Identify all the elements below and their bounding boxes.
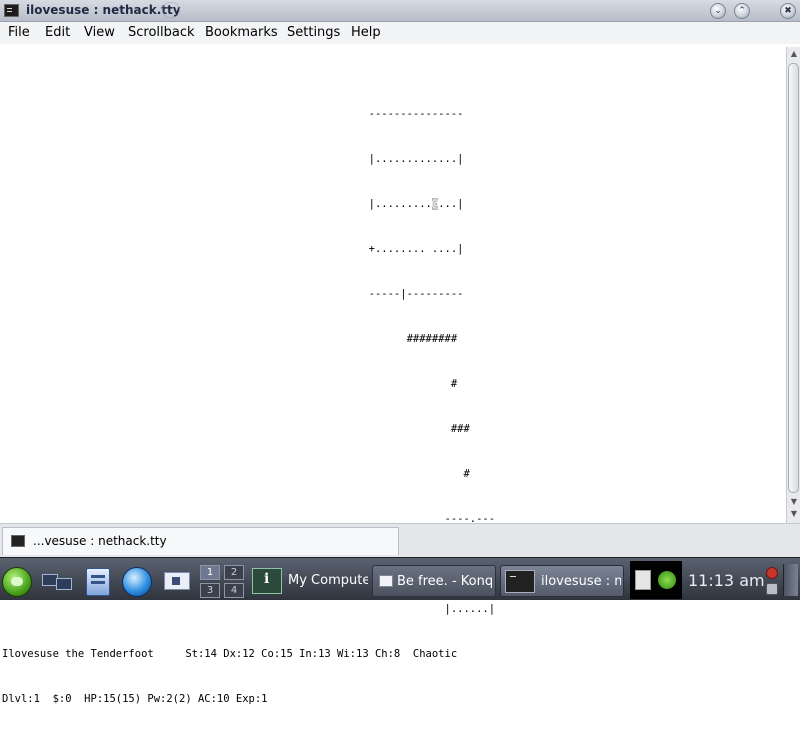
terminal-text: |......... — [2, 198, 432, 210]
terminal-icon — [505, 570, 535, 593]
menu-settings[interactable]: Settings — [287, 25, 340, 40]
terminal-line: |......| — [2, 603, 496, 615]
lock-screen-icon[interactable] — [766, 583, 778, 595]
taskbar-mycomputer[interactable]: My Computer — [252, 565, 370, 597]
minimize-button[interactable]: ⌄ — [710, 3, 726, 19]
window-title: ilovesuse : nethack.tty — [26, 3, 181, 17]
terminal-line: # — [2, 378, 458, 390]
terminal-line: # — [2, 468, 470, 480]
desktop-pager: 1 2 3 4 — [200, 565, 246, 599]
folder-icon — [379, 575, 393, 587]
menu-file[interactable]: File — [8, 25, 30, 40]
show-desktop-icon[interactable] — [42, 570, 74, 592]
clipboard-icon[interactable] — [635, 570, 651, 590]
close-button[interactable]: ✖ — [780, 3, 796, 19]
window-titlebar[interactable]: ilovesuse : nethack.tty ⌄ ⌃ ✖ — [0, 0, 800, 22]
tab-session[interactable]: ...vesuse : nethack.tty — [2, 527, 399, 555]
terminal-icon — [11, 535, 25, 547]
taskbar-konqueror[interactable]: Be free. - Konqueror — [372, 565, 496, 597]
pager-desktop-4[interactable]: 4 — [224, 583, 244, 598]
terminal-line: +........ ....| — [2, 243, 464, 255]
info-icon — [252, 568, 282, 594]
web-browser-icon[interactable] — [122, 567, 152, 597]
terminal-view[interactable]: --------------- |.............| |.......… — [0, 47, 786, 705]
terminal-line-cursor: |.........@...| — [2, 197, 495, 212]
session-tab-bar: ...vesuse : nethack.tty — [0, 523, 800, 557]
terminal-line: |.............| — [2, 153, 464, 165]
pager-desktop-2[interactable]: 2 — [224, 565, 244, 580]
terminal-screen: --------------- |.............| |.......… — [2, 77, 495, 737]
scroll-thumb[interactable] — [788, 63, 799, 493]
tab-session-label: ...vesuse : nethack.tty — [33, 534, 167, 548]
terminal-line: ### — [2, 423, 470, 435]
system-tray — [630, 561, 682, 599]
pager-desktop-1[interactable]: 1 — [200, 565, 220, 580]
panel-hide-button[interactable] — [783, 564, 798, 596]
maximize-button[interactable]: ⌃ — [734, 3, 750, 19]
remote-desktop-icon[interactable] — [162, 570, 196, 596]
status-line-1: Ilovesuse the Tenderfoot St:14 Dx:12 Co:… — [2, 648, 458, 660]
status-line-2: Dlvl:1 $:0 HP:15(15) Pw:2(2) AC:10 Exp:1 — [2, 693, 268, 705]
scroll-up-icon[interactable]: ▲ — [788, 49, 800, 61]
task-label: Be free. - Konqueror — [397, 574, 493, 589]
menu-help[interactable]: Help — [351, 25, 381, 40]
terminal-line: ######## — [2, 333, 458, 345]
menu-scrollback[interactable]: Scrollback — [128, 25, 195, 40]
home-folder-icon[interactable] — [86, 568, 110, 596]
terminal-icon[interactable] — [4, 4, 19, 17]
terminal-line: -----|--------- — [2, 288, 464, 300]
terminal-text: ...| — [438, 198, 464, 210]
terminal-line: --------------- — [2, 108, 464, 120]
vertical-scrollbar[interactable]: ▲ ▼ ▼ — [786, 47, 800, 523]
taskbar-terminal[interactable]: ilovesuse : nethack.tty — [500, 565, 624, 597]
clock[interactable]: 11:13 am — [688, 571, 765, 590]
task-label: ilovesuse : nethack.tty — [541, 574, 621, 589]
menu-bookmarks[interactable]: Bookmarks — [205, 25, 278, 40]
desktop-panel: 1 2 3 4 My Computer Be free. - Konqueror… — [0, 557, 800, 600]
menu-view[interactable]: View — [84, 25, 115, 40]
start-menu-gecko-icon[interactable] — [2, 567, 32, 597]
suse-watermark-icon — [162, 2, 180, 18]
scroll-down-icon[interactable]: ▼ — [788, 497, 800, 508]
suse-updater-icon[interactable] — [658, 571, 676, 589]
logout-icon[interactable] — [766, 567, 778, 579]
menu-edit[interactable]: Edit — [45, 25, 70, 40]
task-label: My Computer — [288, 573, 368, 588]
menu-bar: File Edit View Scrollback Bookmarks Sett… — [0, 22, 800, 44]
pager-desktop-3[interactable]: 3 — [200, 583, 220, 598]
scroll-down-icon[interactable]: ▼ — [788, 509, 800, 520]
